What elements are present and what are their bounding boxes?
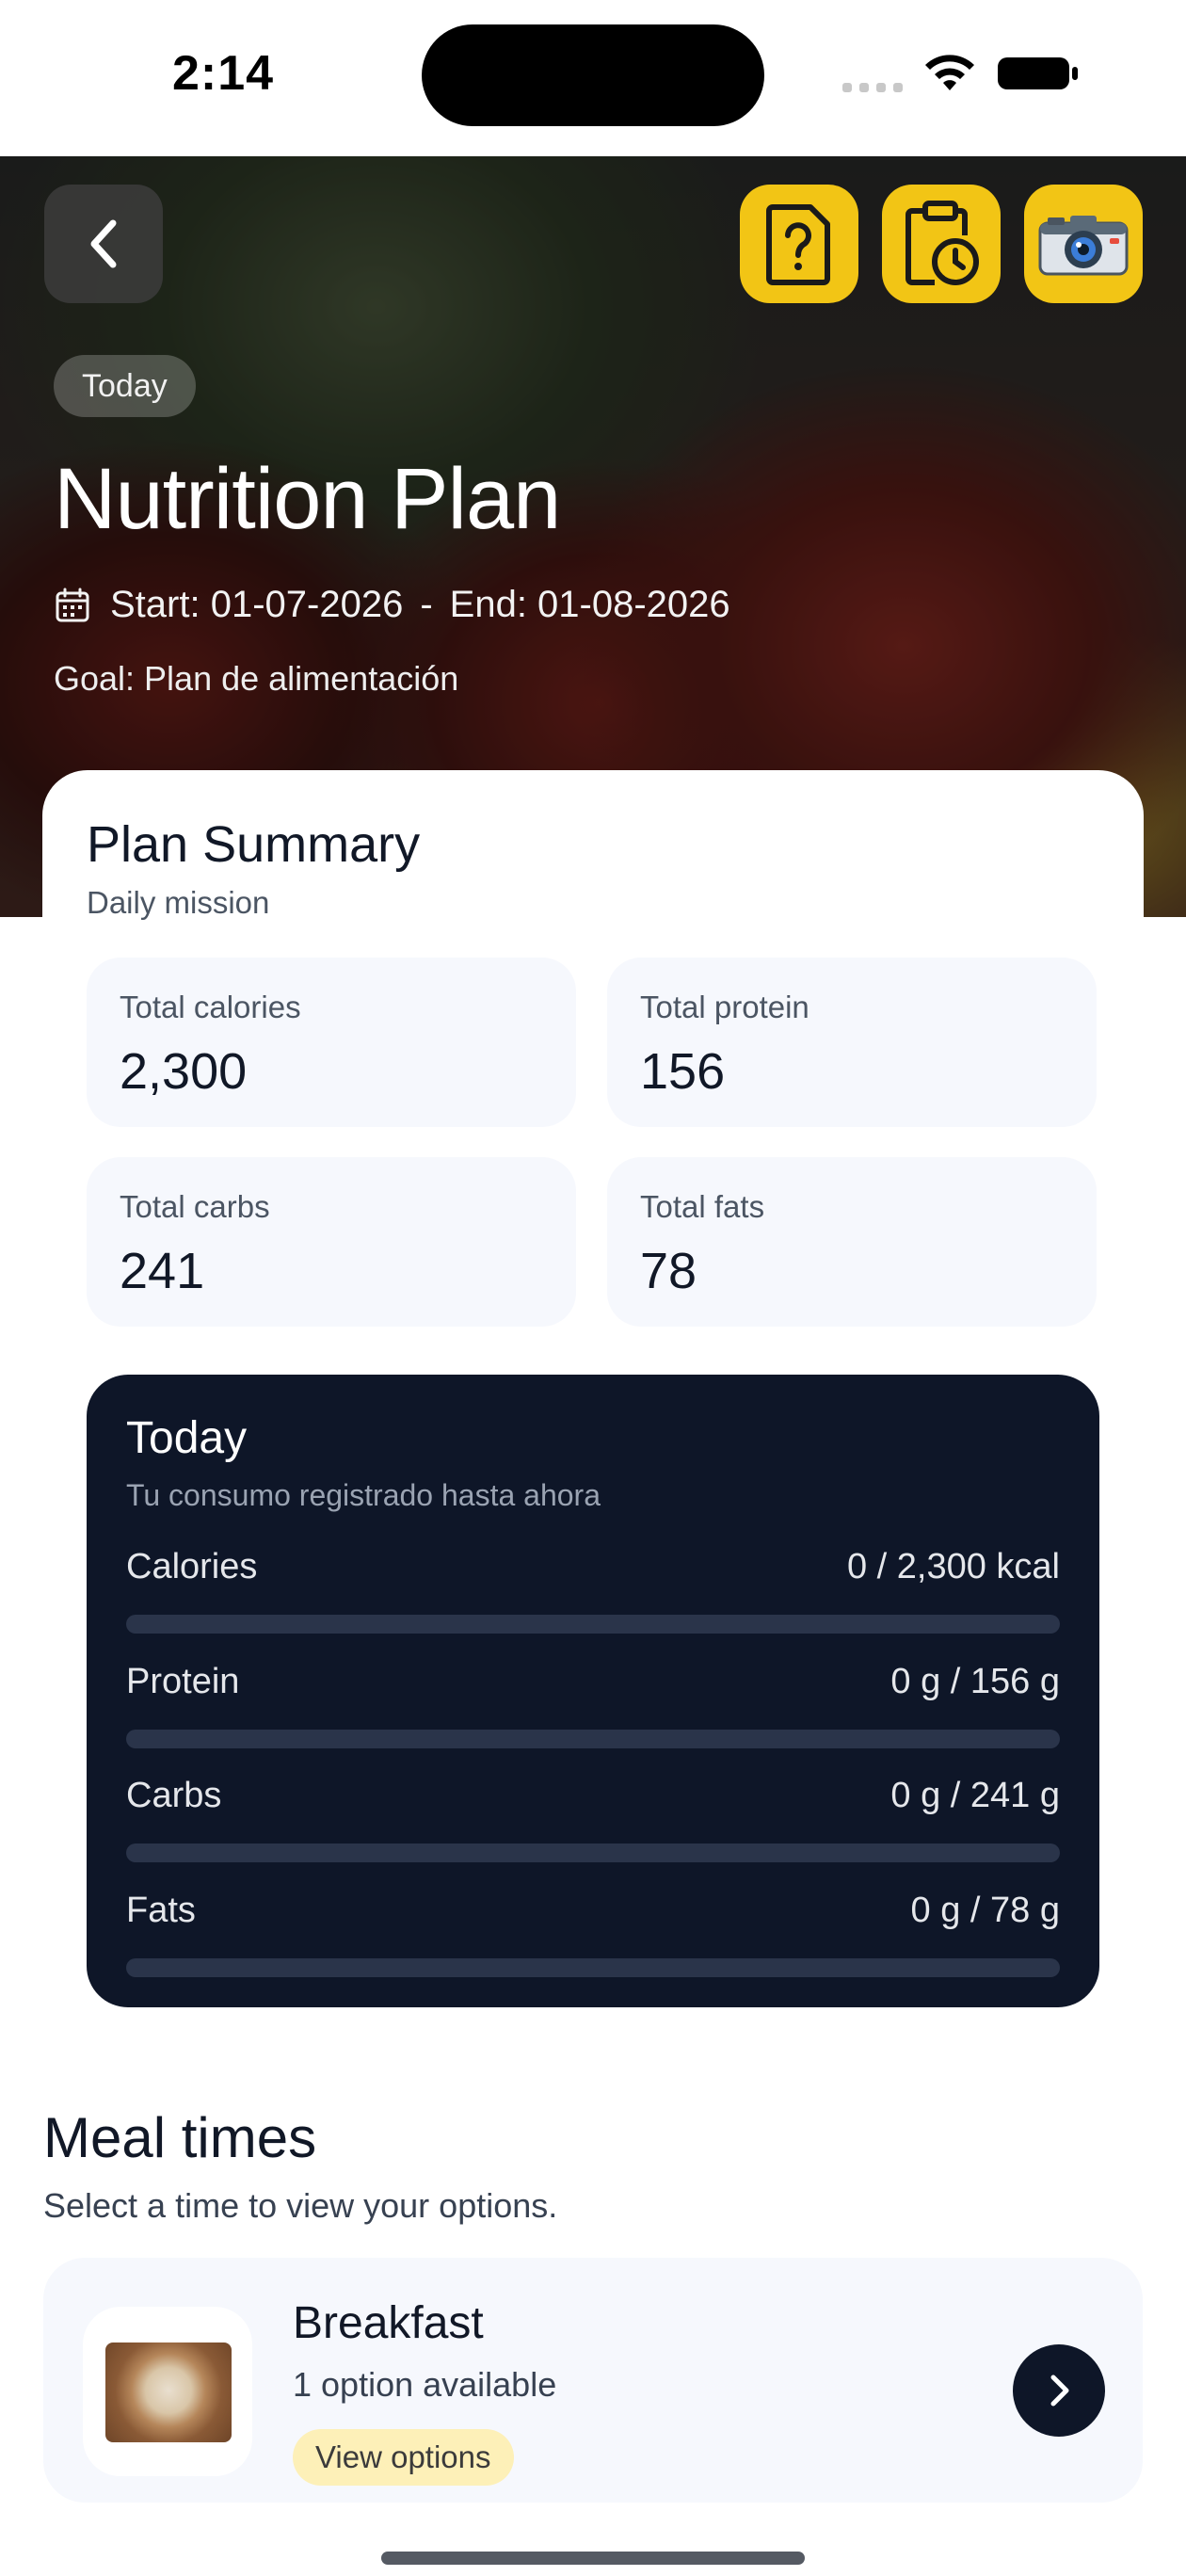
question-document-icon — [766, 204, 830, 285]
progress-bar — [126, 1730, 1060, 1748]
battery-icon — [998, 57, 1078, 89]
stat-total-calories: Total calories 2,300 — [87, 958, 576, 1127]
status-time: 2:14 — [172, 46, 275, 101]
today-title: Today — [126, 1413, 248, 1463]
stat-label: Total protein — [640, 990, 809, 1024]
calendar-icon — [56, 588, 89, 621]
cellular-signal-icon — [842, 66, 905, 92]
page-title: Nutrition Plan — [54, 451, 561, 547]
stat-total-protein: Total protein 156 — [607, 958, 1097, 1127]
meal-card-breakfast[interactable]: Breakfast 1 option available View option… — [43, 2258, 1143, 2503]
stat-total-carbs: Total carbs 241 — [87, 1157, 576, 1327]
camera-button[interactable] — [1024, 185, 1143, 303]
macro-amount: 0 g / 241 g — [890, 1776, 1060, 1815]
stat-value: 241 — [120, 1243, 205, 1299]
chevron-right-icon — [1050, 2375, 1069, 2407]
home-indicator — [381, 2552, 805, 2565]
summary-title: Plan Summary — [87, 816, 421, 873]
meal-name: Breakfast — [293, 2298, 484, 2348]
summary-subtitle: Daily mission — [87, 885, 270, 920]
stat-label: Total fats — [640, 1189, 765, 1224]
help-button[interactable] — [740, 185, 858, 303]
macro-amount: 0 / 2,300 kcal — [846, 1547, 1060, 1586]
plan-goal: Goal: Plan de alimentación — [54, 659, 459, 698]
progress-bar — [126, 1958, 1060, 1977]
plan-dates: Start: 01-07-2026 - End: 01-08-2026 — [54, 584, 730, 626]
today-badge: Today — [54, 355, 196, 417]
back-button[interactable] — [44, 185, 163, 303]
dynamic-island — [422, 24, 764, 126]
macro-name: Calories — [126, 1547, 258, 1586]
view-options-button[interactable]: View options — [293, 2429, 514, 2486]
meal-thumbnail-frame — [83, 2307, 252, 2476]
meal-thumbnail — [105, 2343, 232, 2442]
today-subtitle: Tu consumo registrado hasta ahora — [126, 1478, 601, 1512]
progress-bar — [126, 1843, 1060, 1862]
start-date: Start: 01-07-2026 — [110, 584, 404, 625]
date-separator: - — [420, 584, 433, 625]
stat-label: Total carbs — [120, 1189, 270, 1224]
stat-value: 156 — [640, 1043, 726, 1100]
macro-amount: 0 g / 78 g — [910, 1891, 1060, 1930]
chevron-left-icon — [90, 219, 117, 268]
wifi-icon — [925, 55, 974, 90]
macro-name: Carbs — [126, 1776, 222, 1815]
macro-name: Protein — [126, 1662, 240, 1701]
meal-times-subtitle: Select a time to view your options. — [43, 2186, 558, 2225]
meal-option-count: 1 option available — [293, 2365, 557, 2404]
stat-total-fats: Total fats 78 — [607, 1157, 1097, 1327]
stat-value: 2,300 — [120, 1043, 248, 1100]
camera-icon — [1038, 216, 1129, 276]
stat-label: Total calories — [120, 990, 301, 1024]
today-progress-card: Today Tu consumo registrado hasta ahora … — [87, 1375, 1099, 2007]
history-button[interactable] — [882, 185, 1001, 303]
macro-amount: 0 g / 156 g — [890, 1662, 1060, 1701]
stat-value: 78 — [640, 1243, 697, 1299]
meal-times-title: Meal times — [43, 2106, 317, 2169]
status-bar: 2:14 — [0, 0, 1186, 156]
end-date: End: 01-08-2026 — [449, 584, 730, 625]
macro-name: Fats — [126, 1891, 196, 1930]
clipboard-clock-icon — [906, 201, 979, 285]
progress-bar — [126, 1615, 1060, 1634]
meal-open-button[interactable] — [1013, 2344, 1105, 2437]
